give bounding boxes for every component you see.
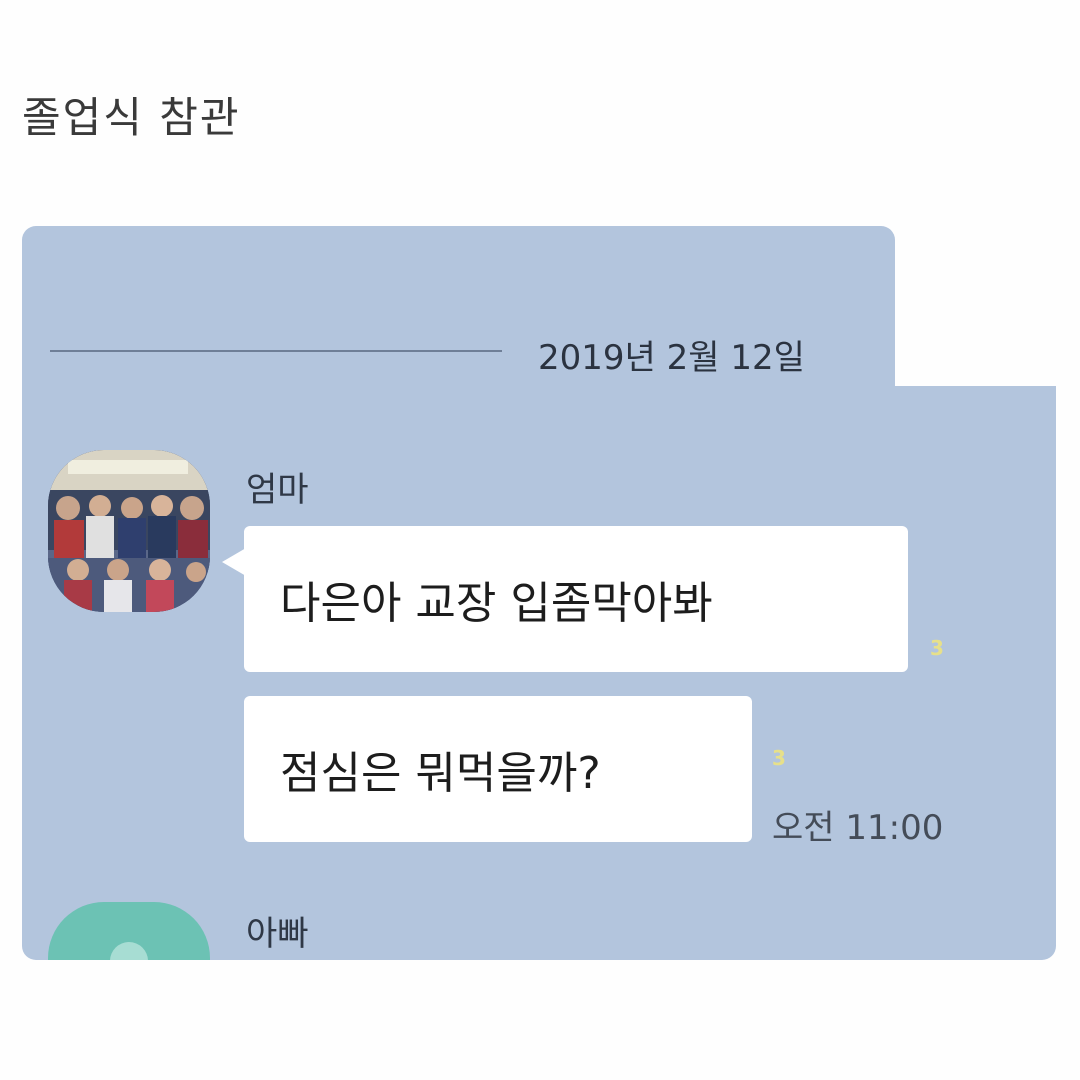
sender-name-dad: 아빠 (246, 914, 309, 954)
group-photo-icon (48, 450, 210, 612)
sender-name-mom: 엄마 (246, 470, 309, 510)
avatar-mom[interactable] (48, 450, 210, 612)
message-bubble[interactable]: 점심은 뭐먹을까? (244, 696, 752, 842)
default-profile-icon (48, 902, 210, 960)
avatar-dad[interactable] (48, 902, 210, 960)
unread-count: 3 (930, 636, 944, 660)
meme-page: 졸업식 참관 2019년 2월 12일 엄마 다은아 교장 입좀막아봐 3 점심… (0, 0, 1080, 1080)
date-divider-line (50, 350, 502, 352)
bubble-tail (222, 548, 246, 576)
message-time: 오전 11:00 (772, 808, 944, 848)
message-bubble[interactable]: 다은아 교장 입좀막아봐 (244, 526, 908, 672)
unread-count: 3 (772, 746, 786, 770)
date-divider: 2019년 2월 12일 (538, 338, 805, 378)
caption-title: 졸업식 참관 (22, 93, 241, 142)
